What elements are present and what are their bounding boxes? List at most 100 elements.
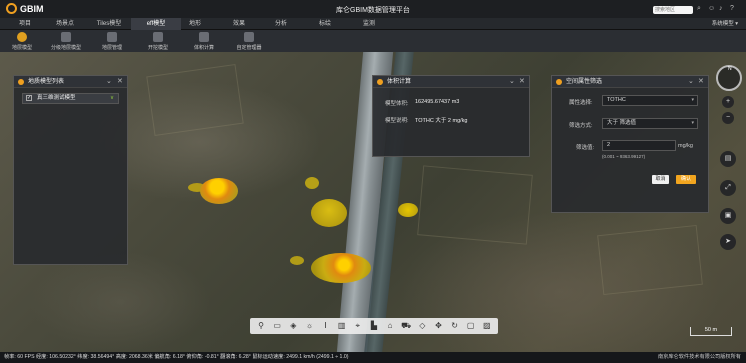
panel-title: 体积计算 (387, 79, 412, 85)
attr-label: 属性选择: (569, 100, 593, 106)
layers-stack-icon[interactable]: ◈ (287, 320, 299, 332)
menu-scene[interactable]: 场景点 (40, 18, 90, 30)
menu-plot[interactable]: 标绘 (300, 18, 350, 30)
menu-terrain[interactable]: 地形 (170, 18, 220, 30)
screenshot-icon[interactable]: ▣ (720, 208, 736, 224)
threshold-input[interactable]: 2 (602, 140, 676, 151)
tool-grading-model[interactable]: 分级地层模型 (46, 32, 86, 51)
panel-icon (18, 79, 24, 85)
geo-body[interactable] (200, 178, 238, 204)
chevron-down-icon: ▾ (691, 120, 694, 126)
status-bar: 帧率: 60 FPS 经度: 106.50232° 纬度: 38.56494° … (0, 352, 746, 363)
panel-icon (556, 79, 562, 85)
collapse-icon[interactable]: ⌄ (688, 76, 694, 88)
geo-body[interactable] (290, 256, 304, 265)
volume-label: 模型体积: (385, 101, 409, 107)
box-icon[interactable]: ▢ (465, 320, 477, 332)
compass-north-label: N (728, 66, 732, 72)
menu-tiles[interactable]: Tiles模型 (84, 18, 134, 30)
bank-icon[interactable]: ⌂ (384, 320, 396, 332)
close-icon[interactable]: ✕ (698, 76, 704, 88)
layer-item-label: 真三维测试模型 (37, 95, 76, 101)
panel-title: 地质模型列表 (28, 79, 65, 85)
bottom-toolbar: ⚲ ▭ ◈ ☼ Ⅰ ▥ ⌖ ▙ ⌂ ⛟ ◇ ✥ ↻ ▢ ▨ (250, 318, 498, 334)
layer-visible-icon[interactable]: ∨ (110, 94, 114, 103)
tool-ribbon: 地层模型 分级地层模型 地层管理 开挖模型 体积计算 自定管理器 (0, 30, 746, 52)
volume-value: 162495.67437 m3 (415, 99, 460, 105)
compass[interactable]: N (716, 65, 742, 91)
user-icon[interactable]: ☺ (708, 5, 715, 12)
zoom-in-icon[interactable]: + (722, 96, 734, 108)
desc-value: TOTHC 大于 2 mg/kg (415, 118, 468, 124)
copyright: 南京库仑软件技术有限公司版权所有 (657, 354, 741, 360)
rotate-icon[interactable]: ↻ (449, 320, 461, 332)
geo-body[interactable] (305, 177, 319, 189)
menu-analysis[interactable]: 分析 (256, 18, 306, 30)
help-icon[interactable]: ? (730, 5, 734, 12)
zoom-out-icon[interactable]: − (722, 112, 734, 124)
tool-volume[interactable]: 体积计算 (184, 32, 224, 51)
threshold-unit: mg/kg (678, 143, 693, 149)
tool-excavate[interactable]: 开挖模型 (138, 32, 178, 51)
geo-body[interactable] (398, 203, 418, 217)
geo-body[interactable] (311, 253, 371, 283)
geo-body[interactable] (311, 199, 347, 227)
pin-icon[interactable]: ⌖ (352, 320, 364, 332)
bell-icon[interactable]: ♪ (719, 5, 723, 12)
method-select[interactable]: 大于 筛选值 ▾ (602, 118, 698, 129)
move-icon[interactable]: ✥ (432, 320, 444, 332)
tool-custom-manager[interactable]: 自定管理器 (229, 32, 269, 51)
desc-label: 模型说明: (385, 118, 409, 124)
range-hint: (0.001 ~ 9363.99127) (602, 154, 646, 159)
car-icon[interactable]: ⛟ (400, 320, 412, 332)
map-field (417, 165, 533, 245)
layer-manage-icon (107, 32, 117, 42)
layer-item[interactable]: ✓ 真三维测试模型 ∨ (22, 93, 119, 104)
book-icon[interactable]: ▥ (336, 320, 348, 332)
layer-model-icon (17, 32, 27, 42)
image-icon[interactable]: ▨ (481, 320, 493, 332)
layer-list-panel: 地质模型列表 ⌄ ✕ ✓ 真三维测试模型 ∨ (13, 75, 128, 265)
panel-icon (377, 79, 383, 85)
panel-title: 空间属性筛选 (566, 79, 603, 85)
chevron-down-icon: ▾ (691, 97, 694, 103)
attr-select[interactable]: TOTHC ▾ (602, 95, 698, 106)
tool-layer-model[interactable]: 地层模型 (2, 32, 42, 51)
navigate-icon[interactable]: ➤ (720, 234, 736, 250)
marker-icon[interactable]: ⚲ (255, 320, 267, 332)
cube-icon[interactable]: ◇ (416, 320, 428, 332)
sun-icon[interactable]: ☼ (303, 320, 315, 332)
map-scale: 50 m (690, 327, 732, 336)
menu-monitor[interactable]: 监测 (344, 18, 394, 30)
layer-checkbox[interactable]: ✓ (26, 95, 32, 101)
volume-panel: 体积计算 ⌄ ✕ 模型体积: 162495.67437 m3 模型说明: TOT… (372, 75, 530, 157)
title-bar: GBIM 库仑GBIM数据管理平台 搜索地区 ⌕ ☺ ♪ ? (0, 0, 746, 18)
app-title: 库仑GBIM数据管理平台 (336, 7, 410, 14)
panel-header: 地质模型列表 ⌄ ✕ (14, 76, 127, 88)
grading-model-icon (61, 32, 71, 42)
close-icon[interactable]: ✕ (117, 76, 123, 88)
collapse-icon[interactable]: ⌄ (106, 76, 112, 88)
confirm-button[interactable]: 确认 (676, 175, 696, 184)
chart-icon[interactable]: ▙ (368, 320, 380, 332)
map-field (146, 64, 244, 136)
panel-header: 空间属性筛选 ⌄ ✕ (552, 76, 708, 88)
attribute-filter-panel: 空间属性筛选 ⌄ ✕ 属性选择: TOTHC ▾ 筛选方式: 大于 筛选值 ▾ 筛选… (551, 75, 709, 213)
method-label: 筛选方式: (569, 123, 593, 129)
status-text: 帧率: 60 FPS 经度: 106.50232° 纬度: 38.56494° … (4, 354, 349, 360)
search-icon[interactable]: ⌕ (697, 5, 701, 13)
close-icon[interactable]: ✕ (519, 76, 525, 88)
fullscreen-icon[interactable]: ⤢ (720, 180, 736, 196)
threshold-label: 筛选值: (576, 145, 595, 151)
tool-layer-manage[interactable]: 地层管理 (92, 32, 132, 51)
search-input[interactable]: 搜索地区 (653, 6, 693, 14)
layers-icon[interactable]: ▤ (720, 151, 736, 167)
main-menu: 项目 场景点 Tiles模型 eff模型 地形 效果 分析 标绘 监测 系统模型… (0, 18, 746, 30)
excavate-icon (153, 32, 163, 42)
collapse-icon[interactable]: ⌄ (509, 76, 515, 88)
system-settings-menu[interactable]: 系统模型 ▾ (712, 18, 738, 30)
monitor-icon[interactable]: ▭ (271, 320, 283, 332)
volume-icon (199, 32, 209, 42)
cancel-button[interactable]: 取消 (652, 175, 669, 184)
text-icon[interactable]: Ⅰ (320, 320, 332, 332)
